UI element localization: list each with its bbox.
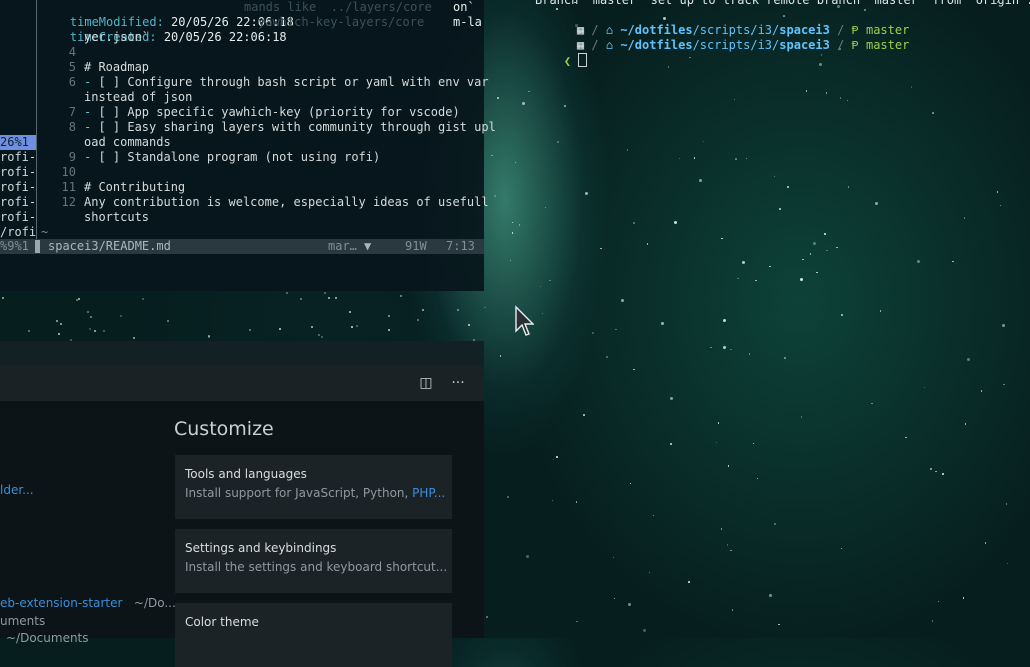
status-wordcount: 91W [405,239,427,253]
line-number: 7 [68,105,76,119]
terminal-input-line[interactable]: ❮ [535,38,588,84]
card-title: Color theme [185,615,259,629]
line-number: 5 [68,60,76,74]
editor-text-line[interactable]: # Roadmap [84,60,149,75]
status-branch: mar… [328,239,357,253]
customize-heading: Customize [174,418,274,440]
vscode-titlebar [0,341,484,366]
terminal-prompt-row: ▦ / ⌂ ~/dotfiles/scripts/i3/spacei3 / Ᵽ … [576,38,910,52]
recent-item[interactable]: uments [0,614,45,628]
status-filename: spacei3/README.md [48,239,171,253]
recent-item-path: ~/Documents [6,631,89,645]
editor-text-line[interactable]: shortcuts [84,210,149,225]
line-number: 4 [68,45,76,59]
recent-item[interactable]: eb-extension-starter ~/Do... [0,596,176,610]
vscode-window[interactable]: ◫ ··· Customize Tools and languages Inst… [0,341,484,667]
card-title: Settings and keybindings [185,541,337,555]
status-arrow-icon: ▼ [364,239,372,253]
home-icon: ⌂ [605,38,614,52]
left-split-line: rofi-w [0,195,36,209]
vscode-editor-toolbar: ◫ ··· [0,366,484,401]
more-actions-icon[interactable]: ··· [448,374,468,392]
terminal-cursor [578,53,588,67]
editor-text-line[interactable]: - [ ] App specific yawhich-key (priority… [84,105,460,120]
line-number: 9 [68,150,76,164]
editor-text-line[interactable]: oad commands [84,135,171,150]
vim-header-line: timeCreated: 20/05/26 22:06:18 [69,30,287,44]
terminal-window[interactable]: Branch 'master' set up to track remote b… [535,0,1030,68]
card-title: Tools and languages [185,467,307,481]
card-color-theme[interactable]: Color theme [175,603,452,667]
editor-text-line[interactable]: instead of json [84,90,192,105]
card-settings-keybindings[interactable]: Settings and keybindings Install the set… [175,529,452,593]
vim-header-ghost: yawhich-key-layers/core [258,15,425,29]
line-number: 10 [61,165,76,179]
left-split-line: 26%1 [0,135,36,150]
editor-text-line[interactable]: - [ ] Standalone program (not using rofi… [84,150,380,165]
line-number: 12 [61,195,76,209]
prompt-char: ❮ [563,54,572,68]
vim-left-split[interactable]: 26%1rofi-wrofi-wrofi-wrofi-wrofi-w/rofi [0,0,37,240]
card-tools-languages[interactable]: Tools and languages Install support for … [175,455,452,519]
vim-header-ghost: mands like ../layers/core [244,0,432,14]
split-editor-icon[interactable]: ◫ [416,374,436,392]
card-description: Install support for JavaScript, Python, … [185,486,446,500]
left-split-line: rofi-w [0,150,36,164]
editor-text-line[interactable]: Any contribution is welcome, especially … [84,195,489,210]
terminal-output-line: Branch 'master' set up to track remote b… [535,0,1030,7]
line-number: 6 [68,75,76,89]
status-divider [35,240,40,253]
vim-header-right: m-la [453,15,482,29]
editor-text-line[interactable]: # Contributing [84,180,185,195]
vim-editor-window[interactable]: 26%1rofi-wrofi-wrofi-wrofi-wrofi-w/rofi … [0,0,496,291]
left-split-line: rofi-w [0,165,36,179]
vim-statusline: %9%1 spacei3/README.md mar… ▼ 91W 7:13 [0,239,484,254]
left-split-line: rofi-w [0,210,36,224]
vim-header-right: on` [453,0,475,14]
mouse-pointer-icon [515,305,534,336]
card-description: Install the settings and keyboard shortc… [185,560,447,574]
status-position: 7:13 [446,239,475,253]
editor-text-line[interactable]: - [ ] Easy sharing layers with community… [84,120,496,135]
php-link[interactable]: PHP... [412,486,445,500]
left-split-line: rofi-w [0,180,36,194]
left-split-line: /rofi [0,225,36,239]
git-branch-icon: Ᵽ [851,38,859,52]
line-number: 8 [68,120,76,134]
editor-text-line[interactable]: - [ ] Configure through bash script or y… [84,75,489,90]
editor-text-line[interactable]: yer.json` [84,30,149,45]
vim-empty-line-tilde: ~ [41,225,49,239]
line-number: 11 [61,180,76,194]
recent-open-folder-link[interactable]: lder... [0,483,34,497]
status-left: %9%1 [0,239,29,253]
